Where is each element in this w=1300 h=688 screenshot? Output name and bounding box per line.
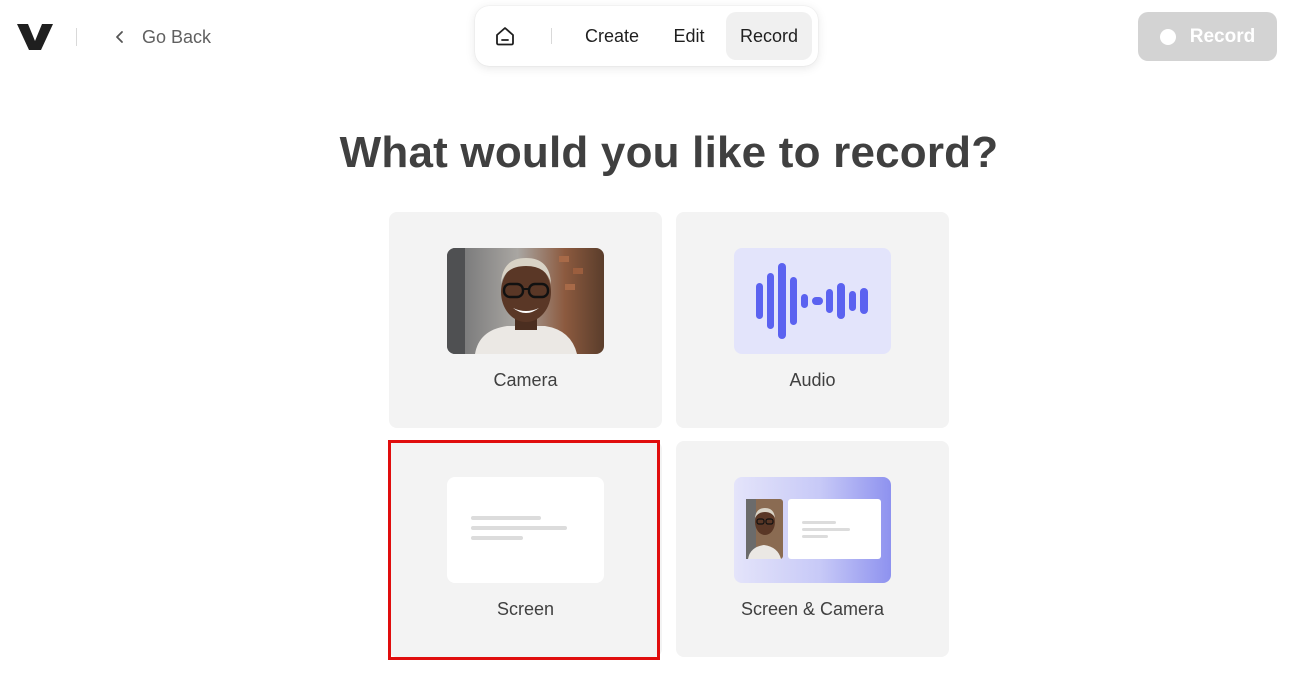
top-bar: Go Back Create Edit Record Record bbox=[0, 0, 1300, 80]
go-back-button[interactable]: Go Back bbox=[112, 24, 211, 50]
go-back-label: Go Back bbox=[142, 26, 212, 47]
option-screen-label: Screen bbox=[496, 599, 555, 619]
option-audio-label: Audio bbox=[789, 370, 836, 390]
header-divider bbox=[76, 28, 77, 46]
home-button[interactable] bbox=[491, 22, 519, 50]
tab-record[interactable]: Record bbox=[726, 12, 812, 60]
screen-thumbnail bbox=[447, 477, 604, 583]
chevron-left-icon bbox=[116, 31, 123, 43]
audio-waveform-icon bbox=[734, 248, 891, 354]
nav-divider bbox=[551, 28, 552, 44]
mode-nav: Create Edit Record bbox=[475, 6, 818, 66]
page-title: What would you like to record? bbox=[339, 128, 999, 177]
option-screen[interactable]: Screen bbox=[389, 441, 662, 657]
option-audio[interactable]: Audio bbox=[676, 212, 949, 428]
option-screen-and-camera-label: Screen & Camera bbox=[740, 599, 885, 619]
tab-edit[interactable]: Edit bbox=[663, 12, 715, 60]
option-camera[interactable]: Camera bbox=[389, 212, 662, 428]
tab-create[interactable]: Create bbox=[573, 12, 651, 60]
record-dot-icon bbox=[1159, 28, 1176, 45]
record-button[interactable]: Record bbox=[1138, 12, 1277, 61]
screen-and-camera-thumbnail bbox=[734, 477, 891, 583]
home-icon bbox=[496, 27, 514, 46]
camera-thumbnail bbox=[447, 248, 604, 354]
vimeo-logo-icon[interactable] bbox=[16, 22, 56, 52]
option-screen-and-camera[interactable]: Screen & Camera bbox=[676, 441, 949, 657]
option-camera-label: Camera bbox=[493, 370, 558, 390]
record-button-label: Record bbox=[1189, 25, 1256, 47]
